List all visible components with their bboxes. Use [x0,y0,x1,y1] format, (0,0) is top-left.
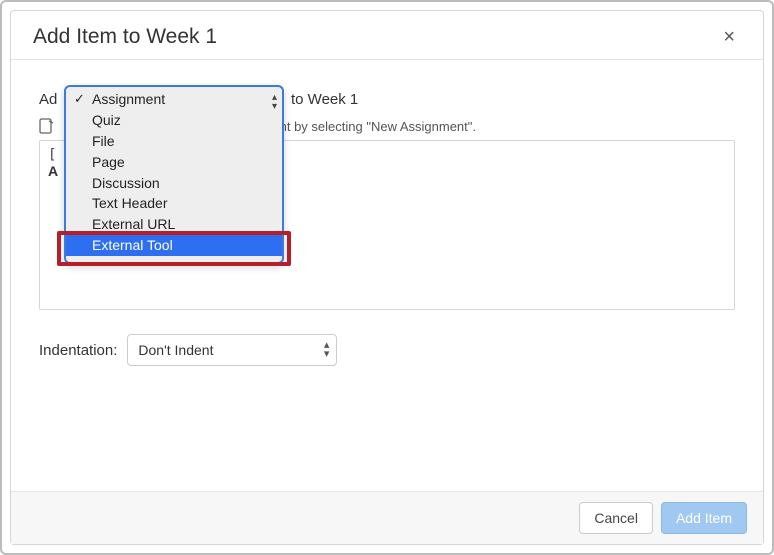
dropdown-option-label: Page [92,154,125,170]
dropdown-option-label: Text Header [92,195,167,211]
dropdown-option-file[interactable]: File [66,131,282,152]
indentation-select[interactable]: Don't Indent [127,334,337,366]
indentation-label: Indentation: [39,342,117,359]
dropdown-option-label: Quiz [92,112,121,128]
indentation-select-wrap: Don't Indent [127,334,337,366]
dropdown-option-label: File [92,133,115,149]
type-dropdown[interactable]: Assignment Quiz File Page Discussion Tex… [64,85,284,264]
modal-title: Add Item to Week 1 [33,25,217,49]
modal-header: Add Item to Week 1 × [11,11,763,60]
dropdown-option-label: External URL [92,216,175,232]
modal-frame: Add Item to Week 1 × Ad to Week 1 with t… [0,0,774,555]
dropdown-option-label: Assignment [92,91,165,107]
dropdown-option-external-url[interactable]: External URL [66,214,282,235]
dropdown-option-text-header[interactable]: Text Header [66,193,282,214]
add-item-button[interactable]: Add Item [661,502,747,534]
dropdown-option-assignment[interactable]: Assignment [66,89,282,110]
close-button[interactable]: × [717,25,741,49]
dropdown-option-external-tool[interactable]: External Tool [66,235,282,256]
cancel-button[interactable]: Cancel [579,502,653,534]
new-assignment-icon [39,118,57,134]
indentation-row: Indentation: Don't Indent [39,334,735,366]
dropdown-option-label: External Tool [92,237,173,253]
close-icon: × [723,26,735,48]
dropdown-option-page[interactable]: Page [66,152,282,173]
dropdown-option-discussion[interactable]: Discussion [66,173,282,194]
add-suffix-text: to Week 1 [291,91,358,108]
modal-footer: Cancel Add Item [11,491,763,544]
dropdown-option-label: Discussion [92,175,160,191]
dropdown-option-quiz[interactable]: Quiz [66,110,282,131]
